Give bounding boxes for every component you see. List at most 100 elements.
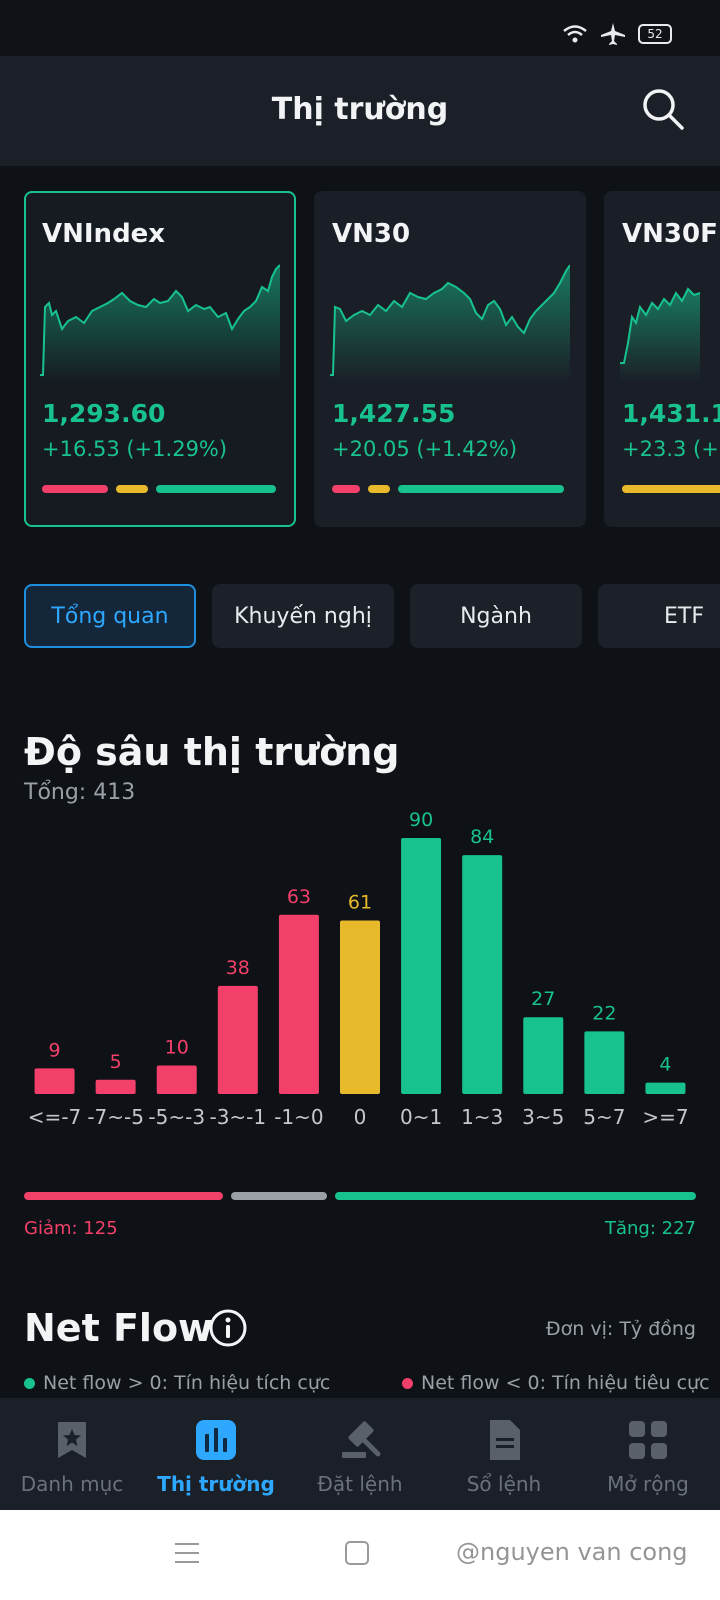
depth-bar-value: 90 xyxy=(409,810,433,831)
depth-category-label: 0~1 xyxy=(400,1105,442,1129)
index-price: 1,431.10 xyxy=(622,399,720,428)
legend-positive-label: Net flow > 0: Tín hiệu tích cực xyxy=(43,1372,331,1394)
breadth-flat xyxy=(622,485,720,493)
document-icon xyxy=(490,1420,520,1460)
menu-icon[interactable] xyxy=(174,1540,200,1566)
tab-etf[interactable]: ETF xyxy=(598,584,720,648)
depth-category-label: >=7 xyxy=(642,1105,688,1129)
breadth-down xyxy=(42,485,108,493)
home-icon[interactable] xyxy=(344,1540,370,1566)
depth-category-label: -1~0 xyxy=(274,1105,323,1129)
tab-tong-quan[interactable]: Tổng quan xyxy=(24,584,196,648)
breadth-flat xyxy=(368,485,390,493)
depth-category-label: 1~3 xyxy=(461,1105,503,1129)
depth-bar-value: 5 xyxy=(110,1051,122,1073)
nav-dat-lenh[interactable]: Đặt lệnh xyxy=(288,1398,432,1510)
battery-icon: 52 xyxy=(638,24,672,44)
depth-bar-value: 63 xyxy=(287,886,311,908)
index-name: VN30 xyxy=(332,219,411,249)
netflow-title: Net Flow xyxy=(24,1306,214,1350)
depth-bar-value: 27 xyxy=(531,988,555,1010)
nav-mo-rong[interactable]: Mở rộng xyxy=(576,1398,720,1510)
index-card-vn30f[interactable]: VN30F 1,431.10 +23.3 (+1 xyxy=(604,191,720,527)
index-breadth-bar xyxy=(622,485,720,493)
index-price: 1,293.60 xyxy=(42,399,166,428)
nav-danh-muc[interactable]: Danh mục xyxy=(0,1398,144,1510)
app-header: Thị trường xyxy=(0,56,720,166)
index-name: VN30F xyxy=(622,219,718,249)
depth-category-label: -7~-5 xyxy=(87,1105,144,1129)
depth-category-label: <=-7 xyxy=(28,1105,81,1129)
index-card-vnindex[interactable]: VNIndex 1,293.60 +16.53 (+1.29%) xyxy=(24,191,296,527)
market-tabs: Tổng quan Khuyến nghị Ngành ETF xyxy=(24,584,720,648)
depth-bar-value: 9 xyxy=(48,1039,60,1061)
gavel-icon xyxy=(342,1421,381,1458)
tab-khuyen-nghi[interactable]: Khuyến nghị xyxy=(212,584,394,648)
depth-title: Độ sâu thị trường xyxy=(24,730,400,774)
index-breadth-bar xyxy=(42,485,276,493)
nav-label: Thị trường xyxy=(157,1472,275,1496)
depth-bar-chart: 9 <=-7 5 -7~-5 10 -5~-3 38 -3~-1 63 -1~0 61 0 90 0~1 8… xyxy=(28,810,689,1129)
depth-bar-value: 84 xyxy=(470,826,494,848)
bottom-nav: Danh mục Thị trường Đặt lệnh Sổ lệnh Mở … xyxy=(0,1398,720,1510)
depth-bar xyxy=(584,1031,625,1094)
depth-category-label: 3~5 xyxy=(522,1105,564,1129)
depth-bar xyxy=(401,838,442,1094)
advancing-count: Tăng: 227 xyxy=(604,1218,696,1239)
depth-bar xyxy=(523,1017,564,1094)
index-cards: VNIndex 1,293.60 +16.53 (+1.29%) VN30 1,… xyxy=(24,191,720,529)
summary-segment-flat xyxy=(230,1192,328,1200)
legend-negative: Net flow < 0: Tín hiệu tiêu cực xyxy=(402,1372,710,1394)
depth-bar xyxy=(217,985,258,1094)
bar-chart-icon xyxy=(196,1420,236,1460)
nav-thi-truong[interactable]: Thị trường xyxy=(144,1398,288,1510)
depth-bar xyxy=(156,1065,197,1094)
airplane-icon xyxy=(601,23,625,45)
index-name: VNIndex xyxy=(42,219,166,249)
depth-bar-value: 61 xyxy=(348,891,372,913)
page-title: Thị trường xyxy=(271,92,449,127)
status-icons: 52 xyxy=(562,22,672,46)
index-change: +16.53 (+1.29%) xyxy=(42,437,228,461)
search-icon[interactable] xyxy=(640,86,686,132)
summary-segment-up xyxy=(335,1192,696,1200)
index-sparkline xyxy=(620,287,701,383)
index-card-vn30[interactable]: VN30 1,427.55 +20.05 (+1.42%) xyxy=(314,191,586,527)
index-change: +23.3 (+1 xyxy=(622,437,720,461)
index-price: 1,427.55 xyxy=(332,399,456,428)
depth-total: Tổng: 413 xyxy=(24,780,136,805)
red-dot-icon xyxy=(402,1377,413,1389)
declining-count: Giảm: 125 xyxy=(24,1218,118,1239)
nav-label: Danh mục xyxy=(20,1472,124,1496)
green-dot-icon xyxy=(24,1377,35,1389)
depth-category-label: -5~-3 xyxy=(148,1105,205,1129)
nav-so-lenh[interactable]: Sổ lệnh xyxy=(432,1398,576,1510)
status-bar: 52 xyxy=(0,0,720,56)
depth-bar-value: 10 xyxy=(165,1037,189,1059)
battery-level: 52 xyxy=(647,27,663,41)
depth-category-label: 0 xyxy=(354,1105,367,1129)
nav-label: Đặt lệnh xyxy=(317,1472,403,1496)
watermark: @nguyen van cong xyxy=(456,1538,688,1566)
nav-label: Mở rộng xyxy=(607,1472,689,1496)
info-icon[interactable] xyxy=(208,1308,248,1348)
summary-segment-down xyxy=(24,1192,223,1200)
index-sparkline xyxy=(40,264,280,383)
wifi-icon xyxy=(563,25,587,43)
depth-bar-value: 22 xyxy=(592,1002,616,1024)
depth-bar xyxy=(34,1068,75,1094)
breadth-flat xyxy=(116,485,148,493)
depth-category-label: -3~-1 xyxy=(209,1105,266,1129)
nav-label: Sổ lệnh xyxy=(466,1472,542,1496)
breadth-up xyxy=(156,485,276,493)
depth-bar xyxy=(462,855,503,1094)
depth-summary-bar xyxy=(24,1192,696,1200)
index-sparkline xyxy=(330,264,570,383)
index-breadth-bar xyxy=(332,485,564,493)
index-change: +20.05 (+1.42%) xyxy=(332,437,518,461)
tab-nganh[interactable]: Ngành xyxy=(410,584,582,648)
bookmark-star-icon xyxy=(58,1422,86,1458)
depth-bar xyxy=(95,1079,136,1094)
depth-bar xyxy=(278,914,319,1094)
legend-negative-label: Net flow < 0: Tín hiệu tiêu cực xyxy=(421,1372,710,1394)
